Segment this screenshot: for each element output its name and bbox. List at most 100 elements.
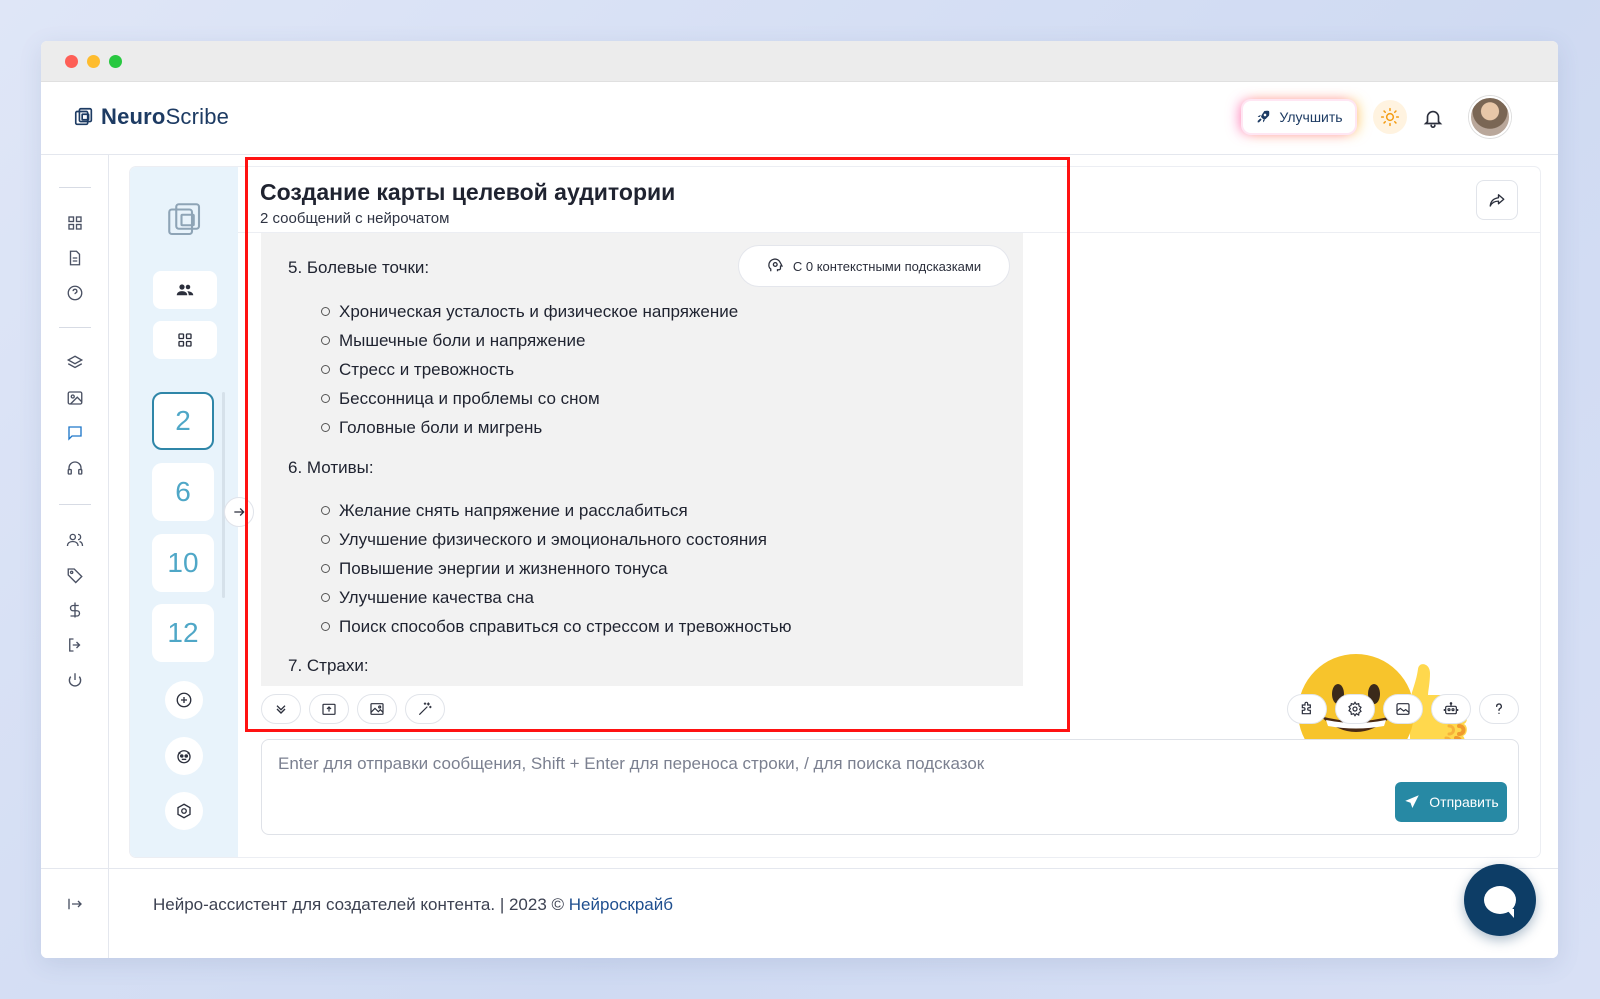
nav-help-icon[interactable] <box>65 283 85 303</box>
nav-users-icon[interactable] <box>65 530 85 550</box>
chat-title: Создание карты целевой аудитории <box>260 179 676 205</box>
brain-head-icon <box>768 258 783 272</box>
chat-message-count: 2 сообщений с нейрочатом <box>260 210 450 227</box>
send-label: Отправить <box>1429 794 1499 810</box>
share-button[interactable] <box>1476 180 1518 220</box>
expand-sidebar-icon[interactable] <box>65 894 85 914</box>
nav-layers-icon[interactable] <box>65 353 85 373</box>
list-item: Мышечные боли и напряжение <box>321 330 738 359</box>
logo-text-bold: Neuro <box>101 104 166 129</box>
attach-image-button[interactable] <box>357 694 397 724</box>
logo-text-light: Scribe <box>165 104 230 129</box>
nav-dollar-icon[interactable] <box>65 600 85 620</box>
footer-link[interactable]: Нейроскрайб <box>569 895 673 914</box>
chat-history-item[interactable]: 10 <box>152 534 214 592</box>
context-hints-label: С 0 контекстными подсказками <box>792 258 982 274</box>
chat-settings-button[interactable] <box>165 792 203 830</box>
bell-icon[interactable] <box>1422 106 1444 130</box>
list-item: Хроническая усталость и физическое напря… <box>321 301 738 330</box>
theme-toggle[interactable] <box>1373 100 1407 134</box>
photo-icon <box>1396 703 1410 715</box>
list-item: Бессонница и проблемы со сном <box>321 388 738 417</box>
chat-card: 2 6 10 12 Создание карты целевой аудитор… <box>130 167 1540 857</box>
window-titlebar <box>41 41 1558 82</box>
nav-image-icon[interactable] <box>65 388 85 408</box>
send-button[interactable]: Отправить <box>1395 782 1507 822</box>
list-item: Улучшение качества сна <box>321 587 792 616</box>
settings-button[interactable] <box>1335 694 1375 724</box>
nav-bottom-separator <box>41 868 108 869</box>
upload-file-button[interactable] <box>309 694 349 724</box>
message-input[interactable] <box>262 740 1518 834</box>
upgrade-button[interactable]: Улучшить <box>1243 101 1355 133</box>
help-button[interactable] <box>1479 694 1519 724</box>
section-heading: 7. Страхи: <box>288 656 369 675</box>
maximize-window-button[interactable] <box>109 55 122 68</box>
bot-button[interactable] <box>1431 694 1471 724</box>
puzzle-icon <box>1301 701 1311 715</box>
support-chat-button[interactable] <box>1464 864 1536 936</box>
list-item: Головные боли и мигрень <box>321 417 738 446</box>
upgrade-label: Улучшить <box>1279 109 1343 125</box>
share-icon <box>1489 194 1505 207</box>
chat-grid-button[interactable] <box>153 321 217 359</box>
bot-face-button[interactable] <box>165 737 203 775</box>
close-window-button[interactable] <box>65 55 78 68</box>
arrow-right-icon <box>234 508 245 516</box>
nav-headphones-icon[interactable] <box>65 458 85 478</box>
context-hints-chip[interactable]: С 0 контекстными подсказками <box>738 245 1010 287</box>
message-composer: Отправить <box>261 739 1519 835</box>
chat-history-item[interactable]: 2 <box>152 392 214 450</box>
footer-text: Нейро-ассистент для создателей контента.… <box>153 895 569 914</box>
page-footer: Нейро-ассистент для создателей контента.… <box>109 868 1558 958</box>
image-icon <box>370 703 384 715</box>
robot-icon <box>1443 702 1459 715</box>
users-icon <box>176 284 194 296</box>
user-avatar[interactable] <box>1469 96 1511 138</box>
question-mark-icon <box>1496 703 1502 714</box>
double-chevron-down-icon <box>276 705 286 714</box>
nav-chat-icon[interactable] <box>65 423 85 443</box>
list-item: Стресс и тревожность <box>321 359 738 388</box>
nav-power-icon[interactable] <box>65 670 85 690</box>
chat-users-button[interactable] <box>153 271 217 309</box>
bot-face-icon <box>177 750 191 764</box>
nav-document-icon[interactable] <box>65 248 85 268</box>
nav-separator <box>59 504 91 505</box>
nav-logout-icon[interactable] <box>65 635 85 655</box>
grid-icon <box>178 333 192 347</box>
chat-history-item[interactable]: 12 <box>152 604 214 662</box>
list-item: Поиск способов справиться со стрессом и … <box>321 616 792 645</box>
section-heading: 6. Мотивы: <box>288 458 374 477</box>
magic-wand-icon <box>419 702 432 715</box>
nav-dashboard-icon[interactable] <box>65 213 85 233</box>
app-logo[interactable]: NeuroScribe <box>73 104 229 130</box>
new-chat-button[interactable] <box>165 681 203 719</box>
collapse-sidebar-toggle[interactable] <box>224 497 254 527</box>
plus-circle-icon <box>176 692 192 708</box>
magic-wand-button[interactable] <box>405 694 445 724</box>
list-item: Повышение энергии и жизненного тонуса <box>321 558 792 587</box>
list-item: Улучшение физического и эмоционального с… <box>321 529 792 558</box>
motives-list: Желание снять напряжение и расслабиться … <box>321 500 792 645</box>
nav-tag-icon[interactable] <box>65 565 85 585</box>
nav-separator <box>59 327 91 328</box>
hexagon-settings-icon <box>177 803 191 819</box>
nav-separator <box>59 187 91 188</box>
gear-icon <box>1348 701 1362 717</box>
chat-history-item[interactable]: 6 <box>152 463 214 521</box>
square-stack-logo-icon <box>168 203 201 236</box>
plugins-button[interactable] <box>1287 694 1327 724</box>
section-heading: 5. Болевые точки: <box>288 258 430 277</box>
minimize-window-button[interactable] <box>87 55 100 68</box>
square-stack-logo-icon <box>74 107 93 126</box>
sun-icon <box>1380 107 1400 127</box>
assistant-message: С 0 контекстными подсказками 5. Болевые … <box>261 233 1023 686</box>
chat-sidebar: 2 6 10 12 <box>130 167 238 857</box>
upload-icon <box>322 703 336 715</box>
gallery-button[interactable] <box>1383 694 1423 724</box>
chat-history-scrollbar[interactable] <box>222 392 225 598</box>
pain-points-list: Хроническая усталость и физическое напря… <box>321 301 738 446</box>
scroll-down-button[interactable] <box>261 694 301 724</box>
left-navigation <box>41 155 109 958</box>
